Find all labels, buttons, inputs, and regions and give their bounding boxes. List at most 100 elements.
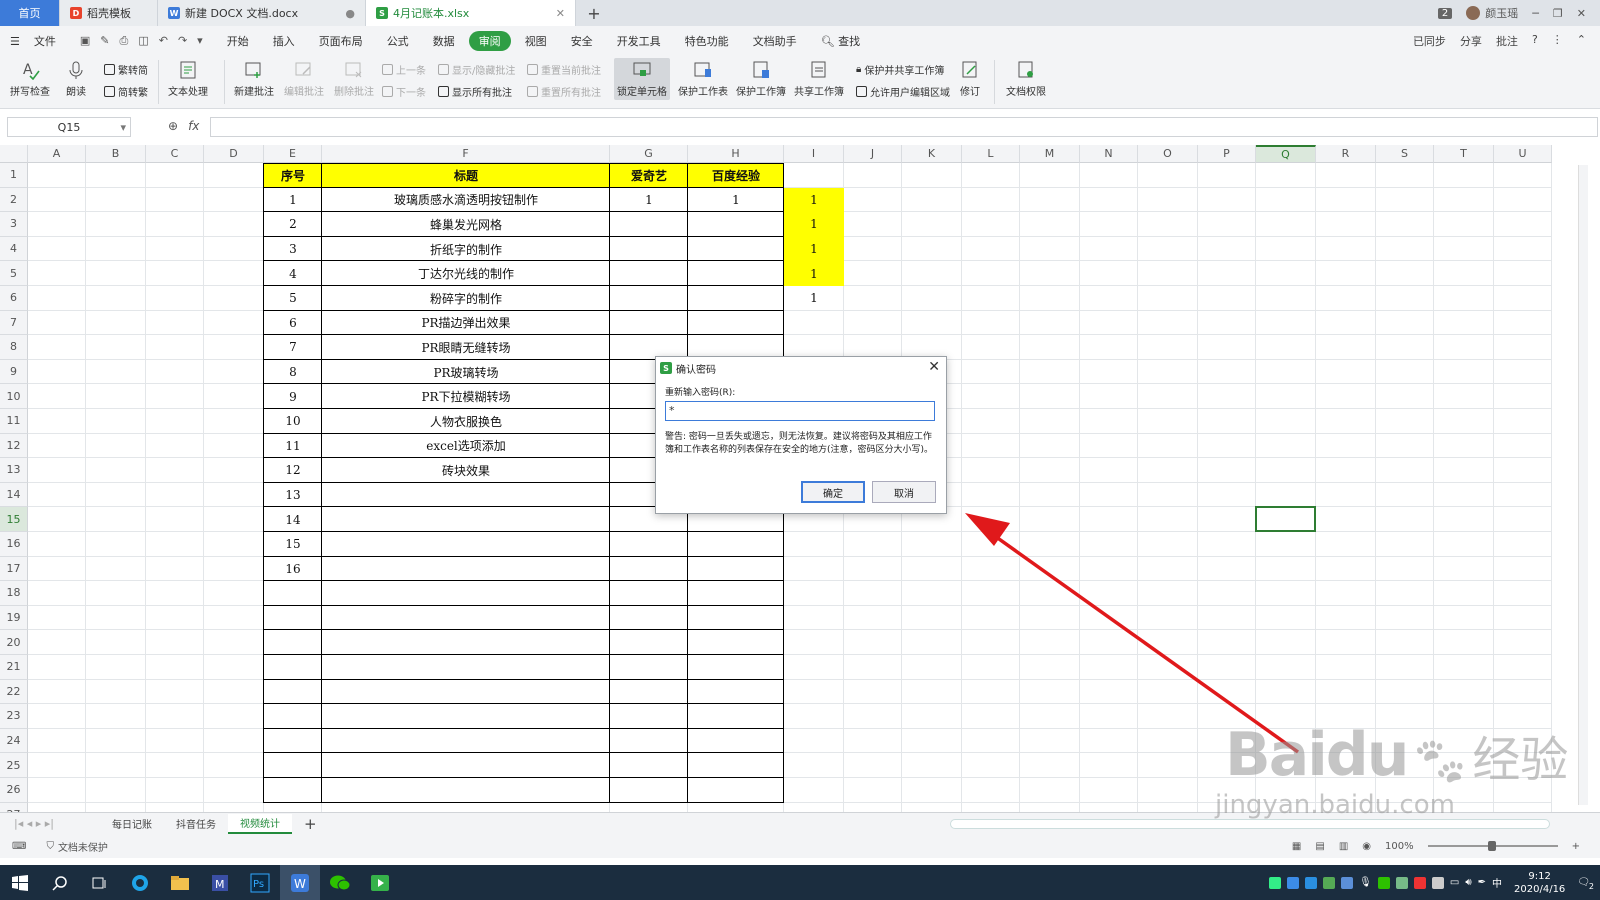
menu-search[interactable]: 🔍︎ 查找	[811, 31, 870, 51]
add-sheet-button[interactable]: +	[292, 814, 329, 834]
table-cell[interactable]: 8	[264, 360, 322, 385]
row-header[interactable]: 7	[0, 310, 28, 336]
format-painter-icon[interactable]: ✎	[100, 34, 109, 48]
tray-app-icon[interactable]	[1431, 876, 1444, 889]
column-header[interactable]: E	[264, 145, 322, 163]
tray-shield-icon[interactable]	[1305, 876, 1318, 889]
password-input[interactable]: *	[665, 401, 935, 421]
customize-icon[interactable]: ▾	[197, 34, 203, 48]
row-header[interactable]: 9	[0, 359, 28, 385]
row-header[interactable]: 18	[0, 581, 28, 606]
sync-status[interactable]: 已同步	[1413, 33, 1446, 49]
zoom-slider[interactable]	[1427, 841, 1558, 851]
horizontal-scrollbar[interactable]	[950, 818, 1550, 829]
vertical-scrollbar[interactable]	[1578, 165, 1588, 805]
hamburger-icon[interactable]: ☰	[10, 35, 20, 48]
table-cell[interactable]: 1	[784, 286, 844, 311]
column-header[interactable]: Q	[1256, 145, 1316, 163]
close-icon[interactable]: ✕	[928, 359, 940, 375]
fx-icon[interactable]: fx	[188, 119, 199, 133]
table-header-cell[interactable]: 序号	[264, 163, 322, 188]
browser-icon[interactable]	[120, 865, 160, 900]
simp-to-trad-button[interactable]: 简转繁	[104, 84, 148, 99]
cancel-button[interactable]: 取消	[872, 481, 936, 503]
table-cell[interactable]: 2	[264, 212, 322, 237]
protect-status[interactable]: ⛉ 文档未保护	[46, 839, 108, 854]
table-cell[interactable]: 1	[784, 237, 844, 262]
table-cell[interactable]	[610, 286, 688, 311]
row-header[interactable]: 27	[0, 802, 28, 812]
table-cell[interactable]: 1	[784, 261, 844, 286]
prev-comment-button[interactable]: 上一条	[382, 62, 426, 77]
tray-app-icon[interactable]	[1323, 876, 1336, 889]
menu-file[interactable]: 文件	[24, 31, 66, 51]
column-header[interactable]: P	[1198, 145, 1256, 163]
next-comment-button[interactable]: 下一条	[382, 84, 426, 99]
table-header-cell[interactable]: 爱奇艺	[610, 163, 688, 188]
delete-comment-button[interactable]: 删除批注	[334, 60, 374, 98]
reset-all-button[interactable]: 重置所有批注	[527, 84, 601, 99]
row-header[interactable]: 24	[0, 728, 28, 754]
column-header[interactable]: S	[1376, 145, 1434, 163]
notification-icon[interactable]: 🗨︎ 2	[1577, 877, 1594, 891]
undo-icon[interactable]: ↶	[159, 34, 168, 48]
menu-home[interactable]: 开始	[217, 31, 259, 51]
allow-edit-range-button[interactable]: 允许用户编辑区域	[856, 84, 950, 99]
tray-app-icon[interactable]	[1413, 876, 1426, 889]
share-workbook-button[interactable]: 共享工作簿	[794, 60, 844, 98]
doc-permission-button[interactable]: 文档权限	[1006, 60, 1046, 98]
table-cell[interactable]: PR下拉模糊转场	[322, 384, 610, 409]
table-cell[interactable]: 蜂巢发光网格	[322, 212, 610, 237]
tray-app-icon[interactable]	[1341, 876, 1354, 889]
tray-wechat-icon[interactable]	[1377, 876, 1390, 889]
table-cell[interactable]: 11	[264, 434, 322, 459]
windows-start-icon[interactable]	[0, 865, 40, 900]
row-header[interactable]: 25	[0, 753, 28, 778]
row-header[interactable]: 26	[0, 778, 28, 803]
table-cell[interactable]: 玻璃质感水滴透明按钮制作	[322, 188, 610, 213]
close-icon[interactable]: ✕	[556, 7, 565, 20]
table-cell[interactable]	[688, 212, 784, 237]
table-cell[interactable]: 1	[784, 212, 844, 237]
zoom-in-icon[interactable]: +	[1572, 841, 1580, 852]
ok-button[interactable]: 确定	[801, 481, 865, 503]
search-icon[interactable]	[40, 865, 80, 900]
save-icon[interactable]: ▣	[80, 34, 90, 48]
row-header[interactable]: 6	[0, 286, 28, 311]
text-process-button[interactable]: 文本处理	[168, 60, 208, 98]
window-count-badge[interactable]: 2	[1437, 7, 1453, 19]
column-header[interactable]: M	[1020, 145, 1080, 163]
zoom-level[interactable]: 100%	[1385, 841, 1414, 852]
tab-home[interactable]: 首页	[0, 0, 60, 26]
tray-app-icon[interactable]	[1395, 876, 1408, 889]
table-cell[interactable]: 12	[264, 458, 322, 483]
table-cell[interactable]	[688, 311, 784, 336]
column-header[interactable]: R	[1316, 145, 1376, 163]
show-all-comments-button[interactable]: 显示所有批注	[438, 84, 512, 99]
menu-data[interactable]: 数据	[423, 31, 465, 51]
table-cell[interactable]: 10	[264, 409, 322, 434]
table-cell[interactable]: 1	[610, 188, 688, 213]
row-header[interactable]: 15	[0, 507, 28, 532]
table-cell[interactable]: 15	[264, 532, 322, 557]
row-header[interactable]: 21	[0, 655, 28, 680]
table-cell[interactable]	[688, 286, 784, 311]
row-header[interactable]: 1	[0, 163, 28, 188]
row-header[interactable]: 14	[0, 482, 28, 508]
table-cell[interactable]	[610, 532, 688, 557]
table-cell[interactable]	[610, 557, 688, 582]
input-language[interactable]: 中	[1492, 875, 1502, 890]
lock-cell-button[interactable]: 锁定单元格	[614, 58, 670, 100]
row-header[interactable]: 12	[0, 433, 28, 459]
restore-icon[interactable]: ❐	[1553, 7, 1563, 20]
network-icon[interactable]: ▭	[1450, 877, 1459, 888]
table-cell[interactable]: 4	[264, 261, 322, 286]
table-cell[interactable]: 折纸字的制作	[322, 237, 610, 262]
column-header[interactable]: K	[902, 145, 962, 163]
print-icon[interactable]: ⎙	[120, 34, 129, 48]
task-view-icon[interactable]	[80, 865, 120, 900]
table-cell[interactable]	[322, 483, 610, 508]
normal-view-icon[interactable]: ▦	[1292, 841, 1301, 852]
close-window-icon[interactable]: ✕	[1577, 7, 1586, 20]
new-comment-button[interactable]: 新建批注	[234, 60, 274, 98]
